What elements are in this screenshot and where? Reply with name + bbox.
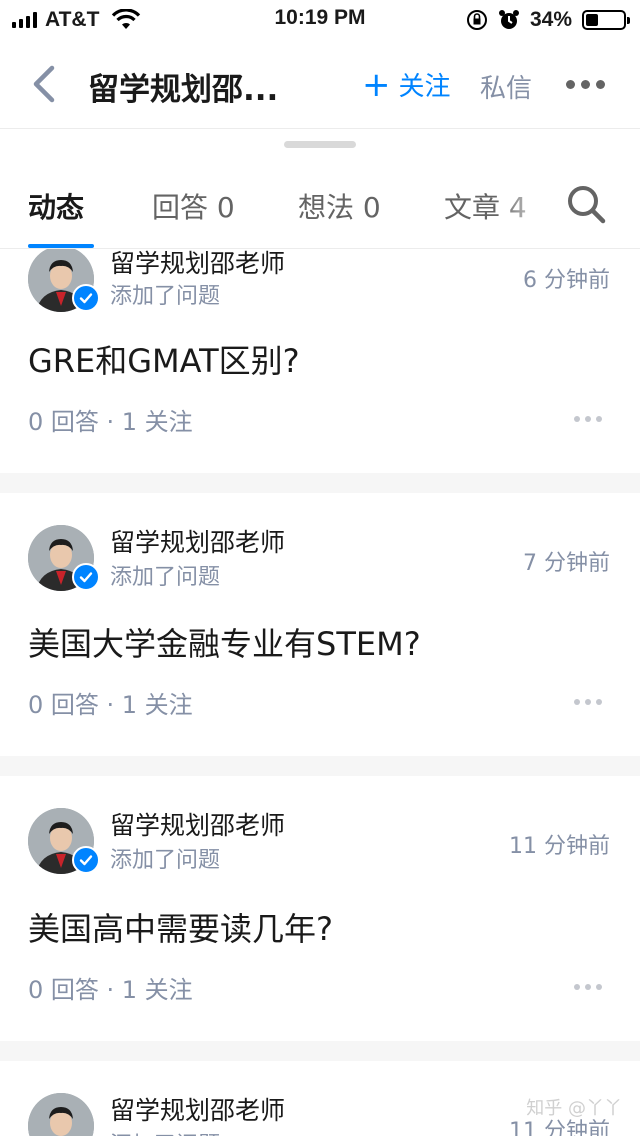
follow-label: 关注 — [398, 72, 451, 102]
drag-handle[interactable] — [284, 141, 356, 148]
tab-bar: 动态 回答 0 想法 0 文章 4 — [0, 160, 640, 249]
action-label: 添加了问题 — [110, 565, 221, 590]
follow-button[interactable]: + 关注 — [362, 66, 451, 103]
search-icon[interactable] — [566, 184, 606, 224]
author-name[interactable]: 留学规划邵老师 — [110, 806, 285, 842]
card-divider — [0, 756, 640, 776]
question-stats: 0 回答 · 1 关注 — [28, 691, 193, 719]
verified-badge-icon — [72, 284, 100, 312]
battery-icon — [582, 10, 630, 30]
tab-thoughts[interactable]: 想法 0 — [298, 186, 381, 226]
action-label: 添加了问题 — [110, 848, 221, 873]
author-name[interactable]: 留学规划邵老师 — [110, 1091, 285, 1127]
more-dots-icon[interactable] — [574, 984, 602, 990]
author-name[interactable]: 留学规划邵老师 — [110, 523, 285, 559]
battery-percent: 34% — [529, 8, 572, 31]
timestamp: 11 分钟前 — [509, 834, 610, 859]
question-title[interactable]: 美国大学金融专业有STEM? — [28, 619, 421, 665]
timestamp: 6 分钟前 — [523, 268, 610, 293]
question-stats: 0 回答 · 1 关注 — [28, 408, 193, 436]
card-divider — [0, 473, 640, 493]
alarm-icon — [498, 10, 519, 29]
tab-activity[interactable]: 动态 — [28, 186, 84, 226]
author-name[interactable]: 留学规划邵老师 — [110, 248, 285, 280]
question-title[interactable]: GRE和GMAT区别? — [28, 336, 300, 382]
avatar[interactable] — [28, 248, 100, 312]
question-title[interactable]: 美国高中需要读几年? — [28, 904, 333, 950]
page-title: 留学规划邵... — [88, 72, 279, 108]
message-button[interactable]: 私信 — [480, 68, 532, 105]
feed-card[interactable]: 留学规划邵老师 添加了问题 11 分钟前 美国高中需要读几年? 0 回答 · 1… — [0, 776, 640, 1041]
verified-badge-icon — [72, 846, 100, 874]
tab-answers[interactable]: 回答 0 — [152, 186, 235, 226]
avatar[interactable] — [28, 1093, 94, 1136]
feed-card[interactable]: 留学规划邵老师 添加了问题 7 分钟前 美国大学金融专业有STEM? 0 回答 … — [0, 493, 640, 756]
verified-badge-icon — [72, 563, 100, 591]
more-dots-icon[interactable] — [574, 699, 602, 705]
more-dots-icon[interactable] — [574, 416, 602, 422]
plus-icon: + — [362, 64, 391, 105]
activity-feed: 留学规划邵老师 添加了问题 6 分钟前 GRE和GMAT区别? 0 回答 · 1… — [0, 248, 640, 1136]
avatar[interactable] — [28, 525, 100, 591]
question-stats: 0 回答 · 1 关注 — [28, 976, 193, 1004]
timestamp: 7 分钟前 — [523, 551, 610, 576]
avatar[interactable] — [28, 808, 100, 874]
status-bar: AT&T 10:19 PM 34% — [0, 0, 640, 40]
active-tab-indicator — [28, 244, 94, 248]
feed-card[interactable]: 留学规划邵老师 添加了问题 6 分钟前 GRE和GMAT区别? 0 回答 · 1… — [0, 248, 640, 473]
card-divider — [0, 1041, 640, 1061]
action-label: 添加了问题 — [110, 284, 221, 309]
action-label: 添加了问题 — [110, 1127, 220, 1136]
watermark: 知乎 @丫丫 — [526, 1098, 622, 1119]
more-dots-icon[interactable] — [566, 80, 605, 89]
lock-rotation-icon — [466, 10, 487, 30]
back-chevron-icon[interactable] — [26, 62, 66, 106]
navigation-bar: 留学规划邵... + 关注 私信 — [0, 40, 640, 129]
